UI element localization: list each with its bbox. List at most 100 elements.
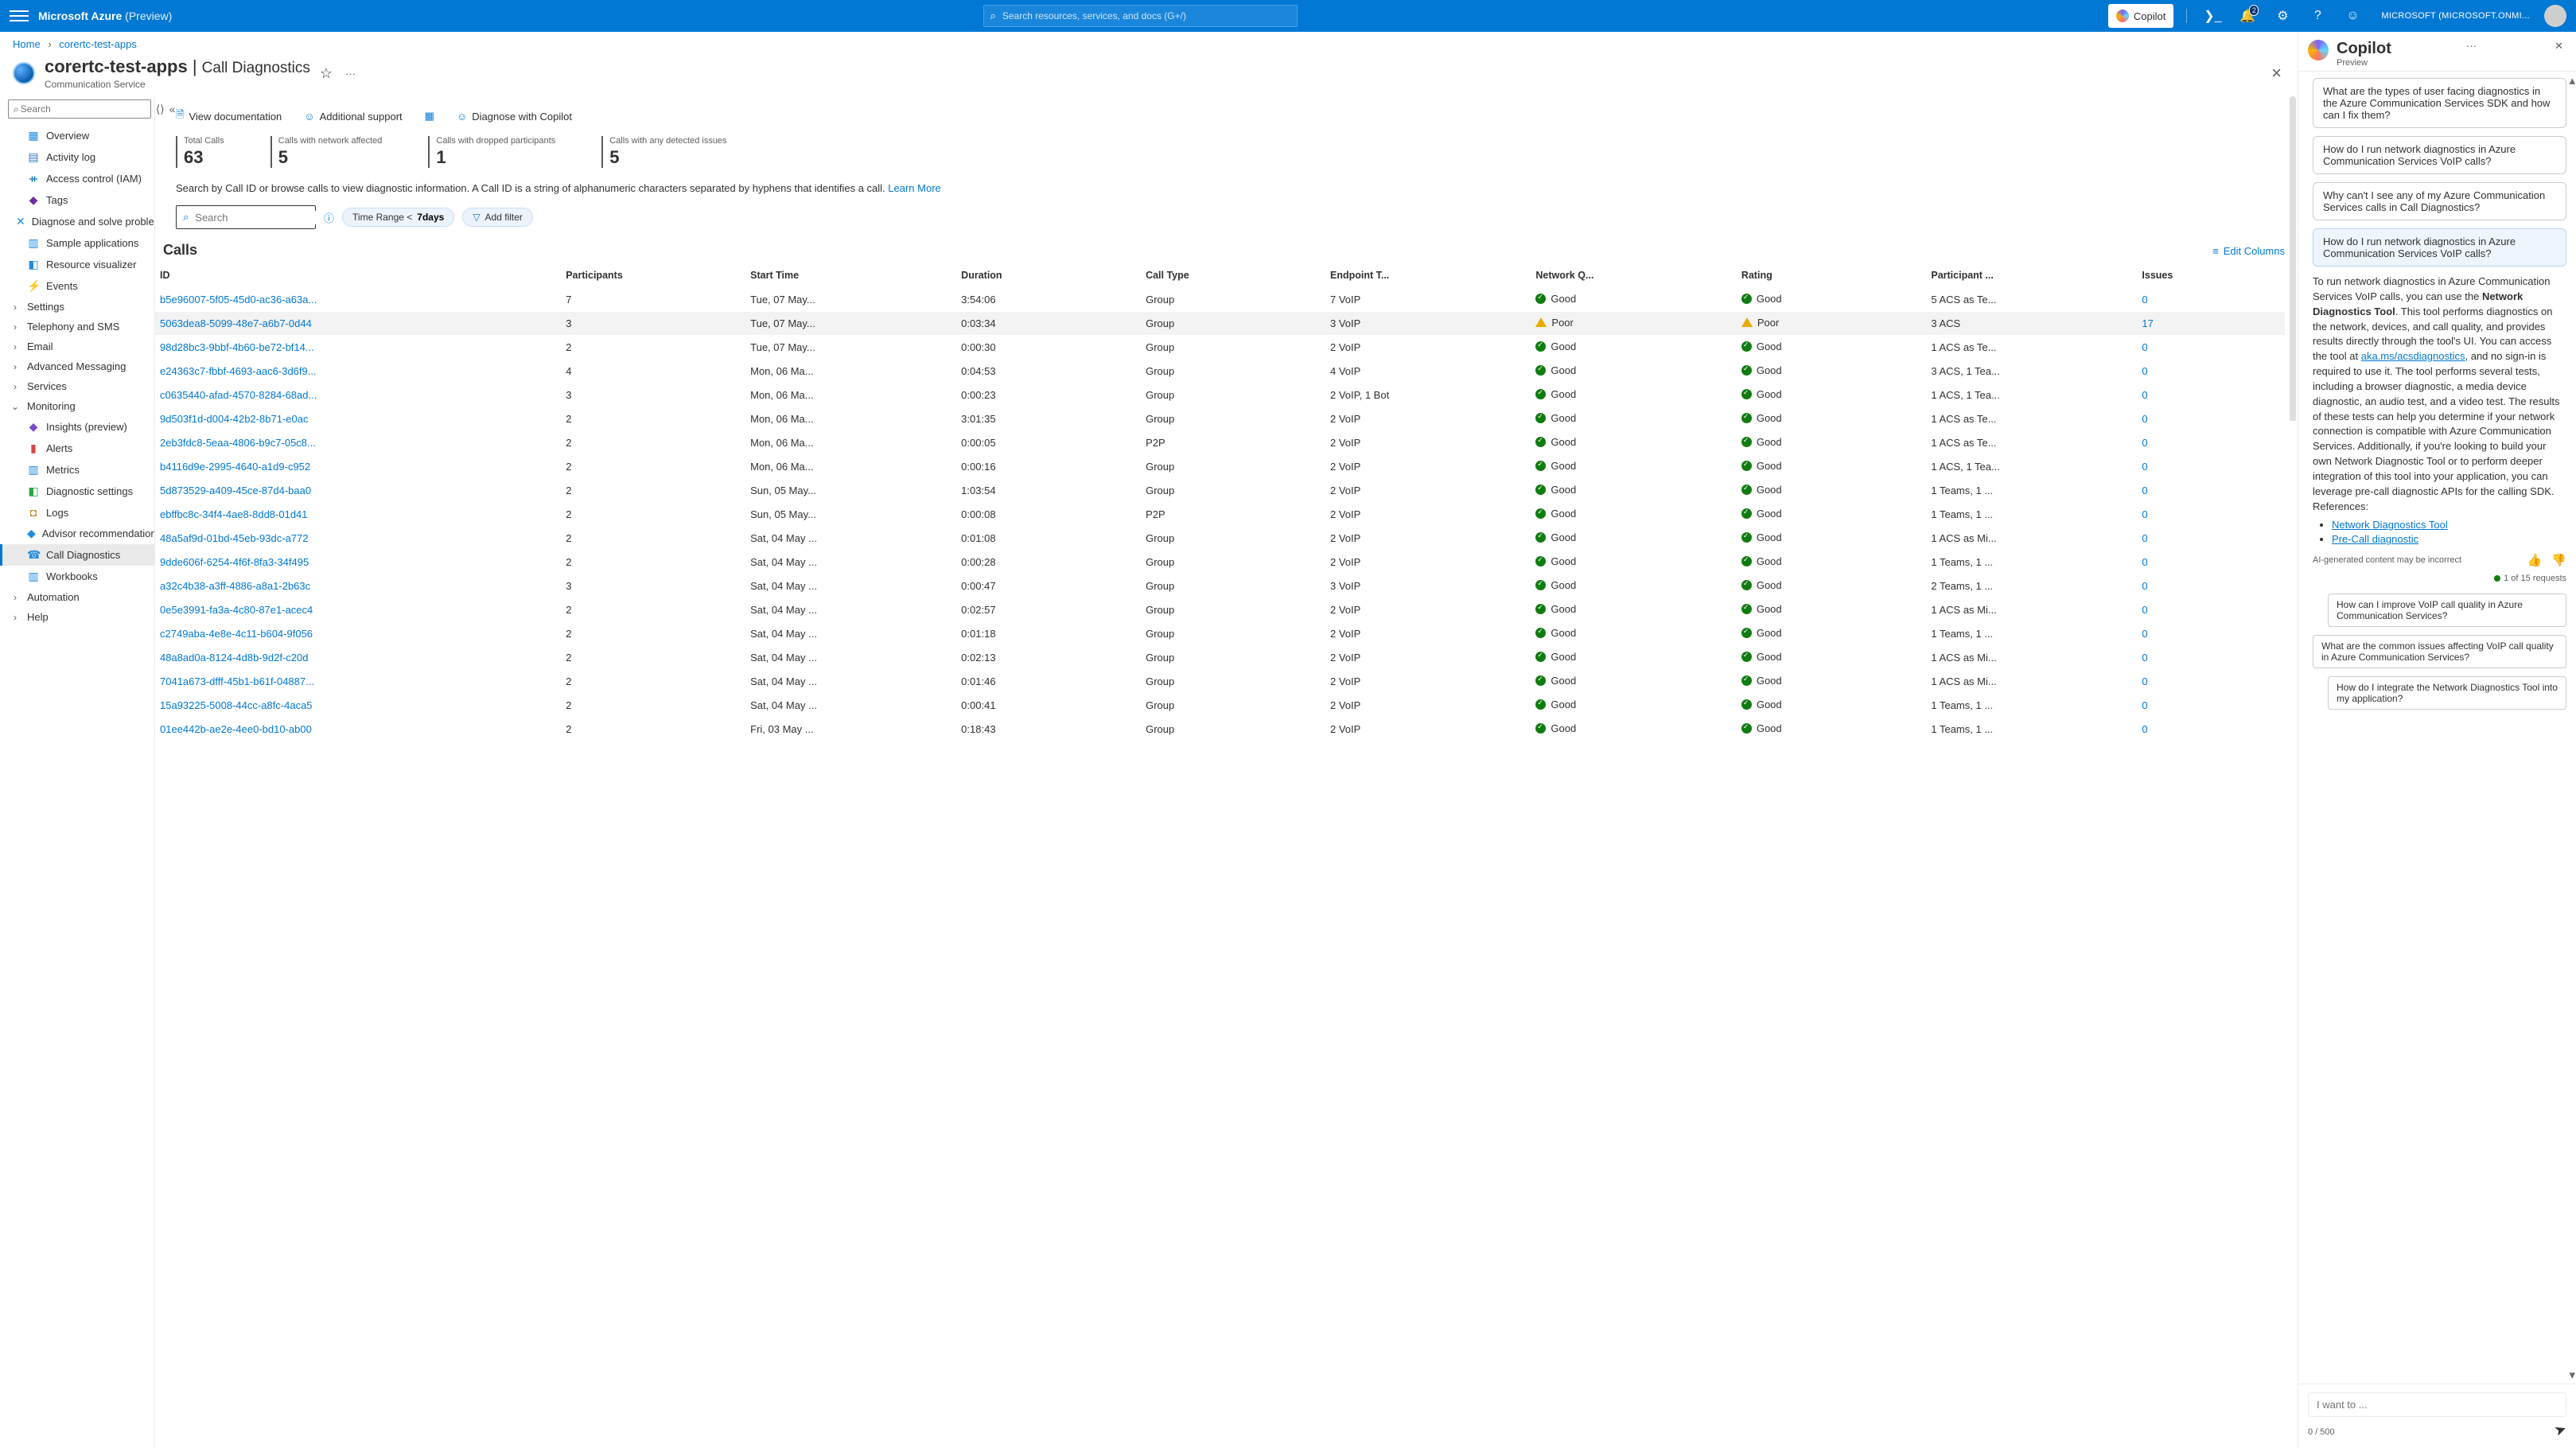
- table-row[interactable]: 48a8ad0a-8124-4d8b-9d2f-c20d 2 Sat, 04 M…: [155, 645, 2285, 669]
- followup-suggestion[interactable]: How do I integrate the Network Diagnosti…: [2328, 676, 2566, 710]
- column-header[interactable]: Start Time: [745, 263, 956, 288]
- issues-link[interactable]: 0: [2142, 699, 2147, 711]
- feedback-icon[interactable]: ☺: [2340, 0, 2365, 32]
- issues-link[interactable]: 0: [2142, 556, 2147, 568]
- diagnostics-link[interactable]: aka.ms/acsdiagnostics: [2361, 350, 2465, 362]
- table-row[interactable]: 5d873529-a409-45ce-87d4-baa0 2 Sun, 05 M…: [155, 478, 2285, 502]
- global-search[interactable]: ⌕: [983, 5, 1298, 27]
- issues-link[interactable]: 0: [2142, 389, 2147, 401]
- suggestion-bubble[interactable]: How do I run network diagnostics in Azur…: [2313, 136, 2566, 174]
- call-id-link[interactable]: c0635440-afad-4570-8284-68ad...: [160, 389, 317, 401]
- breadcrumb-current[interactable]: corertc-test-apps: [59, 38, 137, 50]
- sidebar-item[interactable]: ◘Logs: [0, 502, 154, 523]
- followup-suggestion[interactable]: How can I improve VoIP call quality in A…: [2328, 594, 2566, 627]
- issues-link[interactable]: 0: [2142, 365, 2147, 377]
- reference-link[interactable]: Network Diagnostics Tool: [2332, 519, 2448, 531]
- table-row[interactable]: 15a93225-5008-44cc-a8fc-4aca5 2 Sat, 04 …: [155, 693, 2285, 717]
- column-header[interactable]: Issues: [2137, 263, 2285, 288]
- call-id-link[interactable]: 5d873529-a409-45ce-87d4-baa0: [160, 485, 311, 496]
- sidebar-item[interactable]: ✕Diagnose and solve problems: [0, 211, 154, 232]
- sidebar-group[interactable]: ›Telephony and SMS: [0, 317, 154, 337]
- suggestion-bubble[interactable]: What are the types of user facing diagno…: [2313, 78, 2566, 128]
- column-header[interactable]: ID: [155, 263, 561, 288]
- table-row[interactable]: 9d503f1d-d004-42b2-8b71-e0ac 2 Mon, 06 M…: [155, 407, 2285, 430]
- issues-link[interactable]: 0: [2142, 508, 2147, 520]
- help-icon[interactable]: ?: [2305, 0, 2330, 32]
- call-id-link[interactable]: a32c4b38-a3ff-4886-a8a1-2b63c: [160, 580, 310, 592]
- table-row[interactable]: 98d28bc3-9bbf-4b60-be72-bf14... 2 Tue, 0…: [155, 335, 2285, 359]
- table-row[interactable]: 01ee442b-ae2e-4ee0-bd10-ab00 2 Fri, 03 M…: [155, 717, 2285, 741]
- copilot-close-icon[interactable]: ✕: [2551, 40, 2566, 53]
- more-dots-icon[interactable]: ···: [342, 68, 359, 80]
- call-id-link[interactable]: b5e96007-5f05-45d0-ac36-a63a...: [160, 294, 317, 306]
- table-row[interactable]: a32c4b38-a3ff-4886-a8a1-2b63c 3 Sat, 04 …: [155, 574, 2285, 597]
- add-filter[interactable]: ▽ Add filter: [462, 208, 533, 227]
- call-id-link[interactable]: 48a5af9d-01bd-45eb-93dc-a772: [160, 532, 309, 544]
- call-id-link[interactable]: 48a8ad0a-8124-4d8b-9d2f-c20d: [160, 652, 309, 664]
- sidebar-group[interactable]: ›Email: [0, 337, 154, 356]
- table-row[interactable]: 7041a673-dfff-45b1-b61f-04887... 2 Sat, …: [155, 669, 2285, 693]
- scroll-down-icon[interactable]: ▾: [2569, 1368, 2575, 1382]
- issues-link[interactable]: 0: [2142, 580, 2147, 592]
- table-row[interactable]: 2eb3fdc8-5eaa-4806-b9c7-05c8... 2 Mon, 0…: [155, 430, 2285, 454]
- issues-link[interactable]: 0: [2142, 341, 2147, 353]
- sidebar-item[interactable]: ⚡Events: [0, 275, 154, 297]
- call-id-link[interactable]: c2749aba-4e8e-4c11-b604-9f056: [160, 628, 313, 640]
- sidebar-item[interactable]: ▤Activity log: [0, 146, 154, 168]
- call-id-link[interactable]: 15a93225-5008-44cc-a8fc-4aca5: [160, 699, 313, 711]
- call-id-link[interactable]: 7041a673-dfff-45b1-b61f-04887...: [160, 675, 314, 687]
- table-row[interactable]: ebffbc8c-34f4-4ae8-8dd8-01d41 2 Sun, 05 …: [155, 502, 2285, 526]
- table-row[interactable]: e24363c7-fbbf-4693-aac6-3d6f9... 4 Mon, …: [155, 359, 2285, 383]
- call-id-link[interactable]: 2eb3fdc8-5eaa-4806-b9c7-05c8...: [160, 437, 316, 449]
- additional-support-cmd[interactable]: ☺Additional support: [304, 111, 402, 123]
- call-id-link[interactable]: 01ee442b-ae2e-4ee0-bd10-ab00: [160, 723, 312, 735]
- issues-link[interactable]: 0: [2142, 437, 2147, 449]
- call-id-link[interactable]: b4116d9e-2995-4640-a1d9-c952: [160, 461, 310, 473]
- breadcrumb-home[interactable]: Home: [13, 38, 41, 50]
- sidebar-group[interactable]: ›Automation: [0, 587, 154, 607]
- issues-link[interactable]: 17: [2142, 317, 2153, 329]
- call-id-link[interactable]: 98d28bc3-9bbf-4b60-be72-bf14...: [160, 341, 314, 353]
- table-row[interactable]: 48a5af9d-01bd-45eb-93dc-a772 2 Sat, 04 M…: [155, 526, 2285, 550]
- column-header[interactable]: Participants: [561, 263, 745, 288]
- call-id-link[interactable]: 0e5e3991-fa3a-4c80-87e1-acec4: [160, 604, 313, 616]
- dashboard-icon-cmd[interactable]: ▦: [425, 110, 434, 123]
- learn-more-link[interactable]: Learn More: [888, 182, 940, 194]
- table-row[interactable]: 0e5e3991-fa3a-4c80-87e1-acec4 2 Sat, 04 …: [155, 597, 2285, 621]
- sidebar-item[interactable]: ▦Overview: [0, 125, 154, 146]
- settings-icon[interactable]: ⚙: [2270, 0, 2295, 32]
- service-menu-search[interactable]: ⌕: [8, 99, 151, 119]
- sidebar-item[interactable]: ◧Diagnostic settings: [0, 481, 154, 502]
- edit-columns[interactable]: ≡ Edit Columns: [2212, 245, 2285, 257]
- issues-link[interactable]: 0: [2142, 675, 2147, 687]
- call-id-link[interactable]: ebffbc8c-34f4-4ae8-8dd8-01d41: [160, 508, 308, 520]
- column-header[interactable]: Call Type: [1141, 263, 1325, 288]
- avatar[interactable]: [2544, 5, 2566, 27]
- sidebar-item[interactable]: ◆Advisor recommendations: [0, 523, 154, 544]
- global-search-input[interactable]: [1001, 10, 1290, 22]
- thumbs-up-icon[interactable]: 👍: [2527, 552, 2543, 570]
- call-id-link[interactable]: 5063dea8-5099-48e7-a6b7-0d44: [160, 317, 312, 329]
- table-row[interactable]: b5e96007-5f05-45d0-ac36-a63a... 7 Tue, 0…: [155, 288, 2285, 312]
- copilot-button[interactable]: Copilot: [2108, 4, 2173, 28]
- sidebar-group[interactable]: ›Settings: [0, 297, 154, 317]
- table-row[interactable]: c0635440-afad-4570-8284-68ad... 3 Mon, 0…: [155, 383, 2285, 407]
- issues-link[interactable]: 0: [2142, 604, 2147, 616]
- issues-link[interactable]: 0: [2142, 294, 2147, 306]
- call-id-link[interactable]: 9dde606f-6254-4f6f-8fa3-34f495: [160, 556, 309, 568]
- column-header[interactable]: Network Q...: [1531, 263, 1736, 288]
- issues-link[interactable]: 0: [2142, 461, 2147, 473]
- view-documentation-cmd[interactable]: 🗎View documentation: [176, 107, 282, 125]
- column-header[interactable]: Participant ...: [1926, 263, 2137, 288]
- time-range-filter[interactable]: Time Range < 7days: [342, 208, 454, 227]
- column-header[interactable]: Duration: [956, 263, 1141, 288]
- favorite-star-icon[interactable]: ☆: [320, 65, 333, 82]
- call-search-input[interactable]: [193, 211, 337, 224]
- cloud-shell-icon[interactable]: ❯_: [2200, 0, 2225, 32]
- sidebar-item[interactable]: ◆Insights (preview): [0, 416, 154, 438]
- issues-link[interactable]: 0: [2142, 652, 2147, 664]
- sidebar-item[interactable]: ▥Metrics: [0, 459, 154, 481]
- table-row[interactable]: c2749aba-4e8e-4c11-b604-9f056 2 Sat, 04 …: [155, 621, 2285, 645]
- table-row[interactable]: b4116d9e-2995-4640-a1d9-c952 2 Mon, 06 M…: [155, 454, 2285, 478]
- sidebar-item[interactable]: ▥Workbooks: [0, 566, 154, 587]
